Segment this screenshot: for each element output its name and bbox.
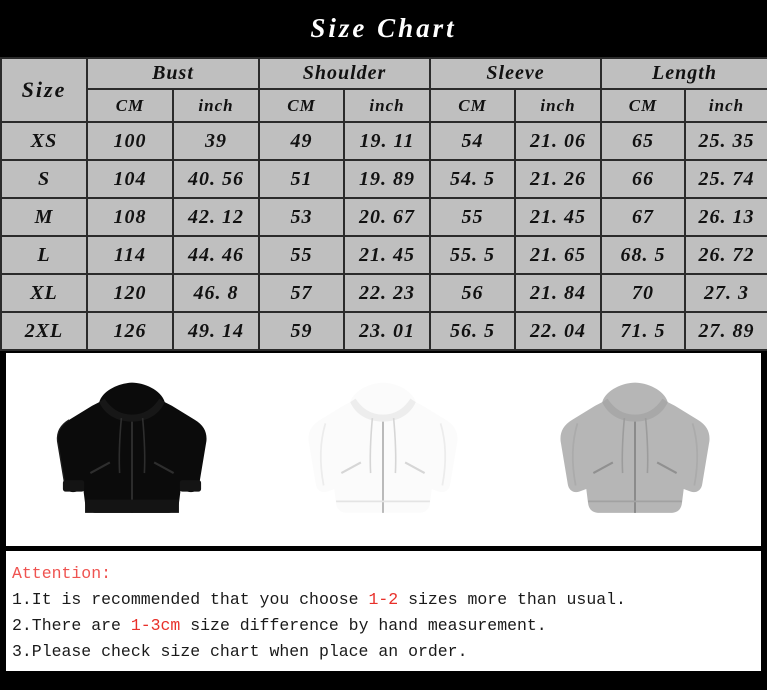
cell-length-inch: 25. 74 [684, 159, 767, 199]
attention-item-2: 2.There are 1-3cm size difference by han… [12, 613, 761, 639]
cell-size: XS [0, 121, 88, 161]
cell-bust-cm: 104 [86, 159, 174, 199]
cell-shoulder-cm: 57 [258, 273, 345, 313]
cell-sleeve-cm: 56 [429, 273, 516, 313]
cell-shoulder-inch: 23. 01 [343, 311, 431, 351]
attention-item-1: 1.It is recommended that you choose 1-2 … [12, 587, 761, 613]
cell-size: S [0, 159, 88, 199]
title-bar: Size Chart [0, 0, 767, 57]
cell-length-inch: 27. 89 [684, 311, 767, 351]
attention-item-3-prefix: 3.Please check size chart when place an … [12, 642, 468, 661]
cell-sleeve-inch: 22. 04 [514, 311, 602, 351]
header-sleeve-inch: inch [514, 88, 602, 123]
attention-item-2-prefix: 2.There are [12, 616, 131, 635]
cell-size: L [0, 235, 88, 275]
cell-sleeve-cm: 54. 5 [429, 159, 516, 199]
cell-bust-cm: 126 [86, 311, 174, 351]
page-title: Size Chart [310, 13, 457, 43]
cell-sleeve-inch: 21. 26 [514, 159, 602, 199]
cell-bust-inch: 46. 8 [172, 273, 260, 313]
cell-bust-inch: 40. 56 [172, 159, 260, 199]
cell-shoulder-cm: 51 [258, 159, 345, 199]
cell-shoulder-inch: 19. 89 [343, 159, 431, 199]
cell-shoulder-cm: 49 [258, 121, 345, 161]
cell-length-inch: 26. 72 [684, 235, 767, 275]
attention-item-2-suffix: size difference by hand measurement. [180, 616, 547, 635]
header-group-bust: Bust [86, 57, 260, 90]
attention-item-1-prefix: 1.It is recommended that you choose [12, 590, 369, 609]
cell-shoulder-inch: 20. 67 [343, 197, 431, 237]
header-length-cm: CM [600, 88, 686, 123]
cell-bust-cm: 114 [86, 235, 174, 275]
cell-shoulder-cm: 53 [258, 197, 345, 237]
header-group-length: Length [600, 57, 767, 90]
header-length-inch: inch [684, 88, 767, 123]
white-zip-hoodie-icon [308, 382, 459, 513]
cell-shoulder-cm: 55 [258, 235, 345, 275]
table-row: 2XL 126 49. 14 59 23. 01 56. 5 22. 04 71… [0, 311, 767, 351]
header-sleeve-cm: CM [429, 88, 516, 123]
cell-sleeve-inch: 21. 65 [514, 235, 602, 275]
cell-length-cm: 71. 5 [600, 311, 686, 351]
header-group-shoulder: Shoulder [258, 57, 431, 90]
cell-sleeve-inch: 21. 45 [514, 197, 602, 237]
cell-sleeve-inch: 21. 84 [514, 273, 602, 313]
cell-size: 2XL [0, 311, 88, 351]
cell-length-cm: 68. 5 [600, 235, 686, 275]
cell-sleeve-cm: 55 [429, 197, 516, 237]
cell-length-cm: 70 [600, 273, 686, 313]
cell-bust-inch: 44. 46 [172, 235, 260, 275]
cell-sleeve-inch: 21. 06 [514, 121, 602, 161]
table-header-group-row: Size Bust Shoulder Sleeve Length [0, 57, 767, 123]
grey-zip-hoodie-icon [560, 382, 710, 513]
product-gallery [6, 353, 761, 546]
table-row: XL 120 46. 8 57 22. 23 56 21. 84 70 27. … [0, 273, 767, 313]
table-header-unit-row: CM inch CM inch CM inch CM inch [1, 88, 767, 123]
size-chart-page: Size Chart Size Bust Shoulder Sleeve Len… [0, 0, 767, 690]
attention-item-1-highlight: 1-2 [368, 590, 399, 609]
cell-bust-cm: 108 [86, 197, 174, 237]
cell-length-cm: 65 [600, 121, 686, 161]
cell-shoulder-cm: 59 [258, 311, 345, 351]
table-row: L 114 44. 46 55 21. 45 55. 5 21. 65 68. … [0, 235, 767, 275]
header-size: Size [0, 57, 88, 123]
header-shoulder-inch: inch [343, 88, 431, 123]
cell-bust-inch: 42. 12 [172, 197, 260, 237]
attention-panel: Attention: 1.It is recommended that you … [6, 551, 761, 671]
cell-sleeve-cm: 56. 5 [429, 311, 516, 351]
cell-shoulder-inch: 22. 23 [343, 273, 431, 313]
cell-length-cm: 67 [600, 197, 686, 237]
attention-item-1-suffix: sizes more than usual. [398, 590, 626, 609]
size-chart-table: Size Bust Shoulder Sleeve Length CM inch… [0, 57, 767, 351]
product-image-black-hoodie [27, 360, 237, 540]
cell-size: M [0, 197, 88, 237]
header-bust-inch: inch [172, 88, 260, 123]
cell-sleeve-cm: 54 [429, 121, 516, 161]
cell-length-inch: 25. 35 [684, 121, 767, 161]
cell-bust-inch: 49. 14 [172, 311, 260, 351]
table-row: XS 100 39 49 19. 11 54 21. 06 65 25. 35 [0, 121, 767, 161]
header-shoulder-cm: CM [258, 88, 345, 123]
black-zip-hoodie-icon [56, 382, 207, 513]
cell-bust-cm: 100 [86, 121, 174, 161]
table-row: S 104 40. 56 51 19. 89 54. 5 21. 26 66 2… [0, 159, 767, 199]
cell-sleeve-cm: 55. 5 [429, 235, 516, 275]
attention-item-3: 3.Please check size chart when place an … [12, 639, 761, 665]
cell-bust-inch: 39 [172, 121, 260, 161]
cell-size: XL [0, 273, 88, 313]
cell-length-inch: 26. 13 [684, 197, 767, 237]
cell-bust-cm: 120 [86, 273, 174, 313]
product-image-grey-hoodie [530, 360, 740, 540]
product-image-white-hoodie [278, 360, 488, 540]
attention-item-2-highlight: 1-3cm [130, 616, 181, 635]
cell-length-cm: 66 [600, 159, 686, 199]
header-group-sleeve: Sleeve [429, 57, 602, 90]
header-bust-cm: CM [86, 88, 174, 123]
cell-length-inch: 27. 3 [684, 273, 767, 313]
cell-shoulder-inch: 19. 11 [343, 121, 431, 161]
attention-heading: Attention: [12, 564, 112, 583]
cell-shoulder-inch: 21. 45 [343, 235, 431, 275]
table-row: M 108 42. 12 53 20. 67 55 21. 45 67 26. … [0, 197, 767, 237]
